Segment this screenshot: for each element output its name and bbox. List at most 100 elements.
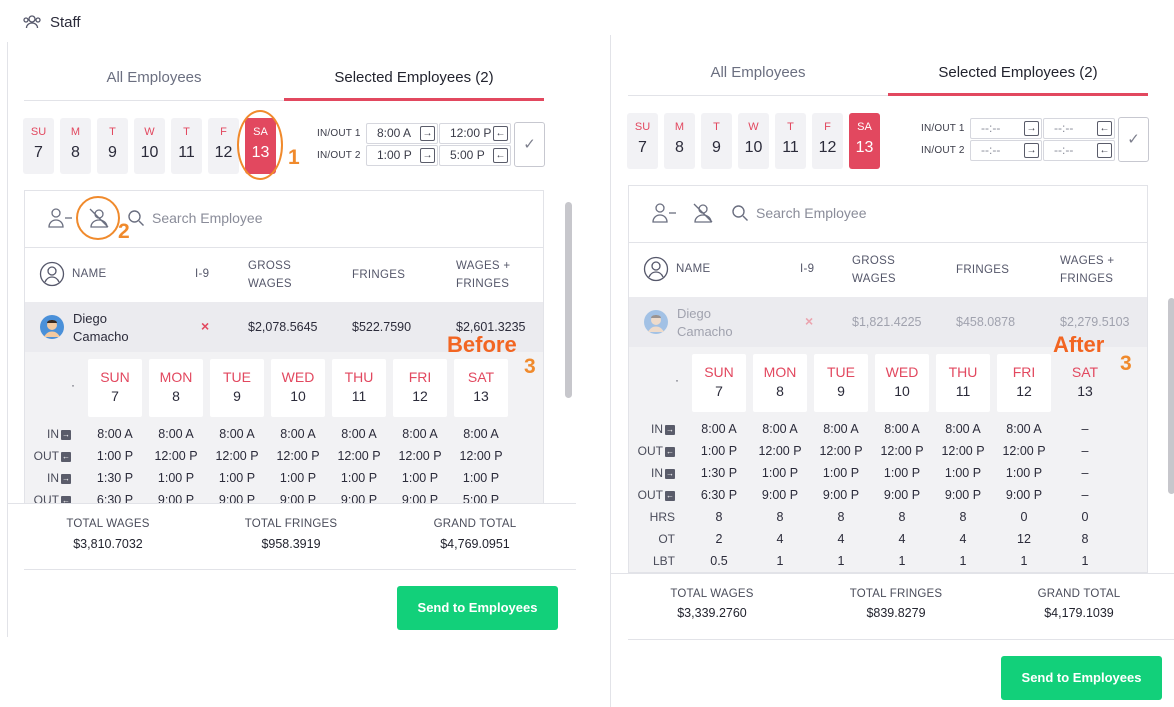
time-cell[interactable]: 0	[1055, 510, 1115, 524]
week-day-card[interactable]: WED 10	[271, 359, 325, 417]
time-cell[interactable]: 1:00 P	[207, 471, 267, 485]
time-cell[interactable]: 1:00 P	[872, 466, 932, 480]
time-cell[interactable]: –	[1055, 488, 1115, 502]
time-cell[interactable]: 8:00 A	[146, 427, 206, 441]
time-cell[interactable]: 1:30 P	[689, 466, 749, 480]
time-cell[interactable]: 8:00 A	[85, 427, 145, 441]
day-tile[interactable]: W 10	[738, 113, 769, 169]
search-input[interactable]: Search Employee	[756, 205, 867, 221]
week-day-card[interactable]: TUE 9	[814, 354, 868, 412]
time-cell[interactable]: 9:00 P	[268, 493, 328, 503]
tab-selected-employees[interactable]: Selected Employees (2)	[284, 69, 544, 86]
time-cell[interactable]: 12:00 P	[933, 444, 993, 458]
out1-time-input[interactable]: 12:00 P ←	[439, 123, 511, 144]
time-cell[interactable]: 12:00 P	[811, 444, 871, 458]
remove-user-icon[interactable]	[650, 201, 678, 225]
send-to-employees-button[interactable]: Send to Employees	[1001, 656, 1162, 700]
time-cell[interactable]: 1:00 P	[689, 444, 749, 458]
time-cell[interactable]: 12:00 P	[994, 444, 1054, 458]
time-cell[interactable]: 1	[933, 554, 993, 568]
day-tile[interactable]: T 11	[171, 118, 202, 174]
day-tile[interactable]: SU 7	[23, 118, 54, 174]
time-cell[interactable]: 1:00 P	[451, 471, 511, 485]
time-cell[interactable]: 8:00 A	[872, 422, 932, 436]
week-day-card[interactable]: SUN 7	[88, 359, 142, 417]
time-cell[interactable]: 8	[872, 510, 932, 524]
time-cell[interactable]: 1:00 P	[994, 466, 1054, 480]
day-tile[interactable]: M8	[664, 113, 695, 169]
time-cell[interactable]: 8:00 A	[329, 427, 389, 441]
out2-time-input[interactable]: --:-- ←	[1043, 140, 1115, 161]
time-cell[interactable]: 8:00 A	[750, 422, 810, 436]
time-cell[interactable]: 4	[872, 532, 932, 546]
in2-time-input[interactable]: 1:00 P →	[366, 145, 438, 166]
time-cell[interactable]: 4	[750, 532, 810, 546]
time-cell[interactable]: 8	[1055, 532, 1115, 546]
time-cell[interactable]: 9:00 P	[390, 493, 450, 503]
time-cell[interactable]: 1	[872, 554, 932, 568]
time-cell[interactable]: 9:00 P	[207, 493, 267, 503]
apply-times-button[interactable]: ✓	[514, 122, 545, 167]
time-cell[interactable]: 0.5	[689, 554, 749, 568]
week-day-card[interactable]: SUN 7	[692, 354, 746, 412]
day-tile[interactable]: T 11	[775, 113, 806, 169]
apply-times-button[interactable]: ✓	[1118, 117, 1149, 162]
time-cell[interactable]: 8:00 A	[811, 422, 871, 436]
time-cell[interactable]: 1:00 P	[85, 449, 145, 463]
search-input[interactable]: Search Employee	[152, 210, 263, 226]
time-cell[interactable]: 1	[994, 554, 1054, 568]
user-off-icon[interactable]	[691, 201, 715, 225]
time-cell[interactable]: 1	[750, 554, 810, 568]
day-tile[interactable]: SU 7	[627, 113, 658, 169]
time-cell[interactable]: 5:00 P	[451, 493, 511, 503]
time-cell[interactable]: 0	[994, 510, 1054, 524]
week-day-card[interactable]: FRI 12	[393, 359, 447, 417]
time-cell[interactable]: 12:00 P	[329, 449, 389, 463]
time-cell[interactable]: 1	[1055, 554, 1115, 568]
send-to-employees-button[interactable]: Send to Employees	[397, 586, 558, 630]
time-cell[interactable]: 1:00 P	[329, 471, 389, 485]
time-cell[interactable]: 8	[750, 510, 810, 524]
in2-time-input[interactable]: --:-- →	[970, 140, 1042, 161]
out1-time-input[interactable]: --:-- ←	[1043, 118, 1115, 139]
time-cell[interactable]: 2	[689, 532, 749, 546]
in1-time-input[interactable]: --:-- →	[970, 118, 1042, 139]
time-cell[interactable]: 12:00 P	[268, 449, 328, 463]
time-cell[interactable]: 1:00 P	[268, 471, 328, 485]
time-cell[interactable]: 8	[933, 510, 993, 524]
time-cell[interactable]: 1	[811, 554, 871, 568]
time-cell[interactable]: 9:00 P	[329, 493, 389, 503]
time-cell[interactable]: –	[1055, 422, 1115, 436]
time-cell[interactable]: 12:00 P	[146, 449, 206, 463]
time-cell[interactable]: 1:00 P	[811, 466, 871, 480]
day-tile[interactable]: T9	[97, 118, 128, 174]
time-cell[interactable]: 12:00 P	[390, 449, 450, 463]
time-cell[interactable]: 12	[994, 532, 1054, 546]
time-cell[interactable]: 9:00 P	[811, 488, 871, 502]
time-cell[interactable]: 8:00 A	[994, 422, 1054, 436]
time-cell[interactable]: 1:30 P	[85, 471, 145, 485]
day-tile[interactable]: F 12	[208, 118, 239, 174]
week-day-card[interactable]: SAT 13	[454, 359, 508, 417]
day-tile[interactable]: M8	[60, 118, 91, 174]
time-cell[interactable]: 4	[933, 532, 993, 546]
week-day-card[interactable]: WED 10	[875, 354, 929, 412]
time-cell[interactable]: 8:00 A	[390, 427, 450, 441]
week-day-card[interactable]: SAT 13	[1058, 354, 1112, 412]
scrollbar[interactable]	[1168, 298, 1174, 494]
tab-all-employees[interactable]: All Employees	[628, 64, 888, 81]
time-cell[interactable]: 8	[811, 510, 871, 524]
week-day-card[interactable]: MON 8	[753, 354, 807, 412]
week-day-card[interactable]: TUE 9	[210, 359, 264, 417]
time-cell[interactable]: 9:00 P	[994, 488, 1054, 502]
day-tile[interactable]: SA 13	[849, 113, 880, 169]
tab-selected-employees[interactable]: Selected Employees (2)	[888, 64, 1148, 81]
time-cell[interactable]: 1:00 P	[390, 471, 450, 485]
time-cell[interactable]: 1:00 P	[146, 471, 206, 485]
time-cell[interactable]: 12:00 P	[451, 449, 511, 463]
time-cell[interactable]: 1:00 P	[933, 466, 993, 480]
week-day-card[interactable]: FRI 12	[997, 354, 1051, 412]
time-cell[interactable]: 9:00 P	[146, 493, 206, 503]
day-tile[interactable]: W 10	[134, 118, 165, 174]
day-tile[interactable]: F 12	[812, 113, 843, 169]
